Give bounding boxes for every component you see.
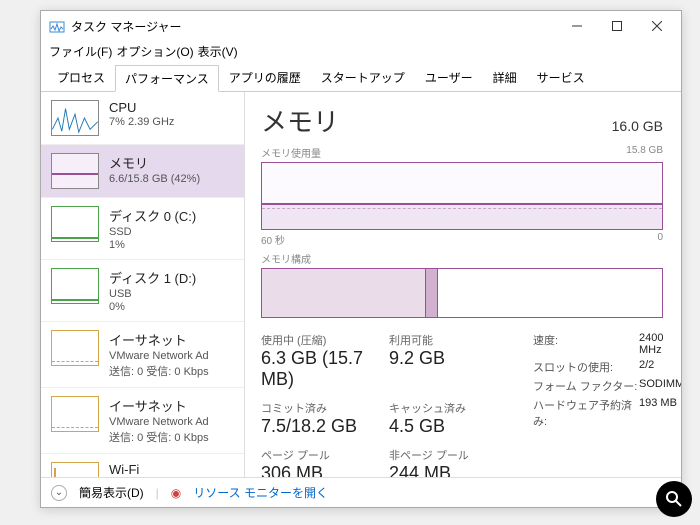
tabs: プロセス パフォーマンス アプリの履歴 スタートアップ ユーザー 詳細 サービス (41, 64, 681, 92)
sidebar-item-disk1[interactable]: ディスク 1 (D:) USB 0% (41, 260, 244, 322)
cached-value: 4.5 GB (389, 416, 517, 437)
sidebar-item-memory[interactable]: メモリ 6.6/15.8 GB (42%) (41, 145, 244, 198)
content: CPU 7% 2.39 GHz メモリ 6.6/15.8 GB (42%) ディ… (41, 92, 681, 477)
window-title: タスク マネージャー (71, 18, 557, 35)
cpu-thumb-icon (51, 100, 99, 136)
wifi-thumb-icon (51, 462, 99, 477)
sidebar-item-sub2: 0% (109, 301, 196, 313)
resmon-icon: ◉ (171, 486, 181, 500)
sidebar-item-label: ディスク 0 (C:) (109, 206, 196, 225)
tab-services[interactable]: サービス (527, 64, 595, 91)
nonpaged-label: 非ページ プール (389, 447, 517, 463)
sidebar-item-wifi[interactable]: Wi-Fi (41, 454, 244, 477)
composition-modified (426, 269, 438, 317)
sidebar-item-label: ディスク 1 (D:) (109, 268, 196, 287)
paged-label: ページ プール (261, 447, 389, 463)
committed-label: コミット済み (261, 400, 389, 416)
memory-thumb-icon (51, 153, 99, 189)
tab-users[interactable]: ユーザー (415, 64, 483, 91)
hwreserved-value: 193 MB (639, 397, 677, 429)
disk-thumb-icon (51, 206, 99, 242)
formfactor-key: フォーム ファクター: (533, 378, 639, 394)
sidebar-item-label: CPU (109, 100, 174, 115)
sidebar-item-sub: 6.6/15.8 GB (42%) (109, 173, 200, 185)
speed-key: 速度: (533, 332, 639, 356)
sidebar: CPU 7% 2.39 GHz メモリ 6.6/15.8 GB (42%) ディ… (41, 92, 245, 477)
nonpaged-value: 244 MB (389, 463, 517, 477)
task-manager-window: タスク マネージャー ファイル(F) オプション(O) 表示(V) プロセス パ… (40, 10, 682, 508)
sidebar-item-label: イーサネット (109, 330, 209, 349)
chart-axis-left: 60 秒 (261, 232, 285, 247)
inuse-value: 6.3 GB (15.7 MB) (261, 348, 389, 390)
stats-primary: 使用中 (圧縮) 利用可能 6.3 GB (15.7 MB) 9.2 GB コミ… (261, 332, 517, 477)
sidebar-item-label: メモリ (109, 153, 200, 172)
sidebar-item-sub: SSD (109, 226, 196, 238)
slots-key: スロットの使用: (533, 359, 639, 375)
inuse-label: 使用中 (圧縮) (261, 332, 389, 348)
tab-app-history[interactable]: アプリの履歴 (219, 64, 311, 91)
menu-view[interactable]: 表示(V) (198, 43, 238, 60)
hwreserved-key: ハードウェア予約済み: (533, 397, 639, 429)
sidebar-item-sub: VMware Network Ad (109, 350, 209, 362)
menu-options[interactable]: オプション(O) (116, 43, 193, 60)
memory-usage-chart (261, 162, 663, 230)
app-icon (49, 18, 65, 34)
ethernet-thumb-icon (51, 330, 99, 366)
formfactor-value: SODIMM (639, 378, 681, 394)
sidebar-item-sub: VMware Network Ad (109, 416, 209, 428)
composition-free (438, 269, 662, 317)
sidebar-item-ethernet-2[interactable]: イーサネット VMware Network Ad 送信: 0 受信: 0 Kbp… (41, 388, 244, 454)
tab-startup[interactable]: スタートアップ (311, 64, 415, 91)
memory-total: 16.0 GB (612, 118, 663, 134)
chart-axis-right: 0 (657, 232, 663, 247)
tab-performance[interactable]: パフォーマンス (115, 65, 219, 92)
sidebar-item-sub2: 送信: 0 受信: 0 Kbps (109, 363, 209, 379)
page-title: メモリ (261, 102, 339, 139)
composition-chart-label: メモリ構成 (261, 251, 311, 266)
magnify-icon[interactable] (656, 481, 692, 517)
paged-value: 306 MB (261, 463, 389, 477)
usage-chart-max: 15.8 GB (626, 145, 663, 160)
cached-label: キャッシュ済み (389, 400, 517, 416)
footer: ⌄ 簡易表示(D) | ◉ リソース モニターを開く (41, 477, 681, 507)
available-label: 利用可能 (389, 332, 517, 348)
fewer-details-link[interactable]: 簡易表示(D) (79, 484, 144, 501)
usage-chart-label: メモリ使用量 (261, 145, 321, 160)
sidebar-item-sub2: 送信: 0 受信: 0 Kbps (109, 429, 209, 445)
sidebar-item-ethernet-1[interactable]: イーサネット VMware Network Ad 送信: 0 受信: 0 Kbp… (41, 322, 244, 388)
open-resource-monitor-link[interactable]: リソース モニターを開く (193, 484, 328, 501)
titlebar: タスク マネージャー (41, 11, 681, 41)
sidebar-item-cpu[interactable]: CPU 7% 2.39 GHz (41, 92, 244, 145)
sidebar-item-sub2: 1% (109, 239, 196, 251)
stats-secondary: 速度:2400 MHz スロットの使用:2/2 フォーム ファクター:SODIM… (533, 332, 681, 477)
sidebar-item-label: イーサネット (109, 396, 209, 415)
close-button[interactable] (637, 12, 677, 40)
chevron-down-icon[interactable]: ⌄ (51, 485, 67, 501)
menubar: ファイル(F) オプション(O) 表示(V) (41, 41, 681, 64)
available-value: 9.2 GB (389, 348, 517, 390)
disk-thumb-icon (51, 268, 99, 304)
main-panel: メモリ 16.0 GB メモリ使用量 15.8 GB 60 秒 0 メモリ構成 (245, 92, 681, 477)
sidebar-item-sub: 7% 2.39 GHz (109, 116, 174, 128)
tab-processes[interactable]: プロセス (47, 64, 115, 91)
slots-value: 2/2 (639, 359, 654, 375)
sidebar-item-disk0[interactable]: ディスク 0 (C:) SSD 1% (41, 198, 244, 260)
ethernet-thumb-icon (51, 396, 99, 432)
tab-details[interactable]: 詳細 (483, 64, 527, 91)
composition-inuse (262, 269, 426, 317)
sidebar-item-label: Wi-Fi (109, 462, 139, 477)
memory-composition-chart (261, 268, 663, 318)
menu-file[interactable]: ファイル(F) (49, 43, 112, 60)
committed-value: 7.5/18.2 GB (261, 416, 389, 437)
speed-value: 2400 MHz (639, 332, 681, 356)
sidebar-item-sub: USB (109, 288, 196, 300)
separator: | (156, 486, 159, 500)
minimize-button[interactable] (557, 12, 597, 40)
maximize-button[interactable] (597, 12, 637, 40)
